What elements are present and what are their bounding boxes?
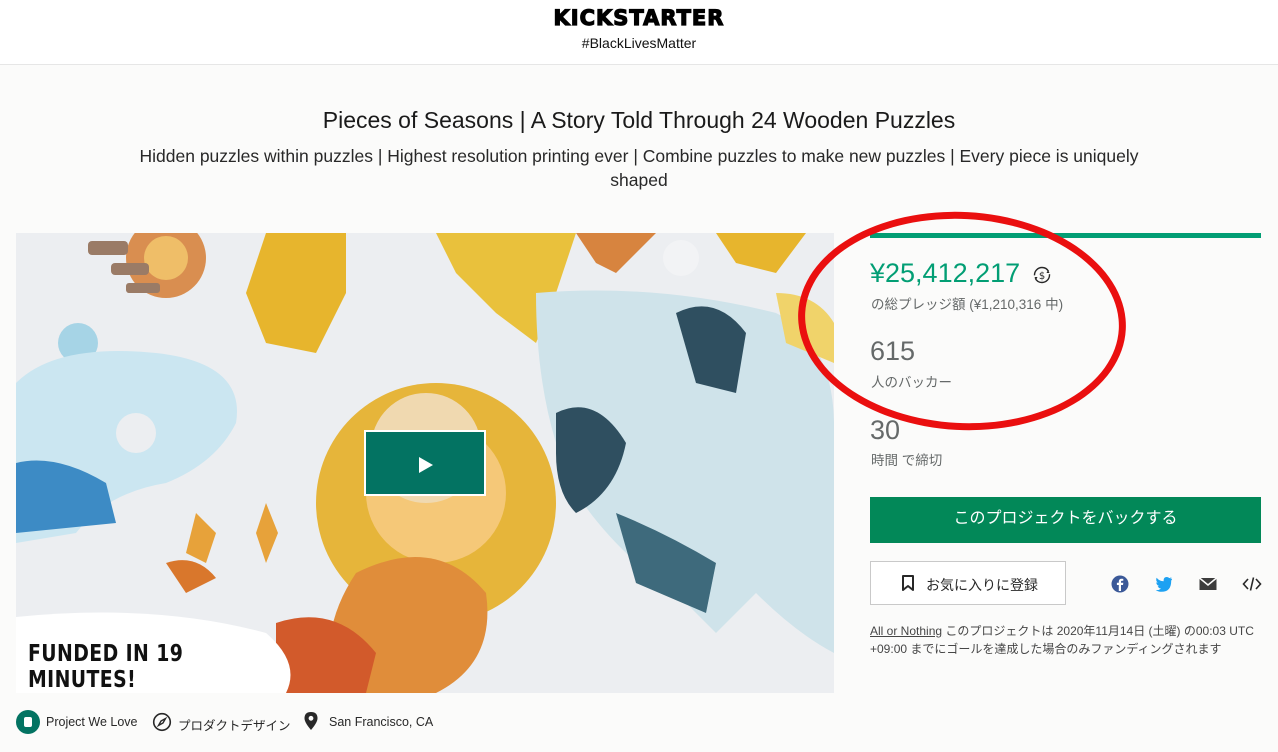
funded-overlay: FUNDED IN 19 MINUTES! xyxy=(16,617,296,693)
kickstarter-badge-icon xyxy=(16,710,40,734)
time-left-count: 30 xyxy=(870,415,901,445)
email-icon[interactable] xyxy=(1198,574,1218,594)
back-project-button[interactable]: このプロジェクトをバックする xyxy=(870,497,1261,543)
all-or-nothing-link[interactable]: All or Nothing xyxy=(870,624,942,638)
remind-me-label: お気に入りに登録 xyxy=(926,577,1038,593)
funded-overlay-text: FUNDED IN 19 MINUTES! xyxy=(28,641,184,693)
project-title: Pieces of Seasons | A Story Told Through… xyxy=(322,107,956,133)
project-video[interactable]: FUNDED IN 19 MINUTES! xyxy=(16,233,834,693)
kickstarter-logo[interactable]: KICKSTARTER xyxy=(0,5,1278,30)
project-we-love-label: Project We Love xyxy=(46,715,138,729)
bookmark-icon xyxy=(902,575,914,591)
compass-icon xyxy=(152,712,172,732)
hashtag-link[interactable]: #BlackLivesMatter xyxy=(0,35,1278,51)
top-bar: KICKSTARTER #BlackLivesMatter xyxy=(0,0,1278,65)
play-video-button[interactable] xyxy=(364,430,486,496)
annotation-circle xyxy=(792,203,1132,439)
time-left-label: 時間 で締切 xyxy=(871,453,943,468)
facebook-icon[interactable] xyxy=(1110,574,1130,594)
twitter-icon[interactable] xyxy=(1154,574,1174,594)
location-label: San Francisco, CA xyxy=(329,715,434,729)
remind-me-button[interactable]: お気に入りに登録 xyxy=(870,561,1066,605)
category-label: プロダクトデザイン xyxy=(178,719,291,733)
all-or-nothing-notice: All or Nothing このプロジェクトは 2020年11月14日 (土曜… xyxy=(870,622,1265,658)
location-pin-icon xyxy=(304,712,318,730)
play-icon xyxy=(419,457,433,473)
location-link[interactable]: San Francisco, CA xyxy=(303,710,443,734)
project-we-love-badge[interactable]: Project We Love xyxy=(16,710,146,734)
project-subtitle: Hidden puzzles within puzzles | Highest … xyxy=(139,146,1139,190)
category-link[interactable]: プロダクトデザイン xyxy=(152,710,302,734)
embed-icon[interactable] xyxy=(1242,574,1262,594)
